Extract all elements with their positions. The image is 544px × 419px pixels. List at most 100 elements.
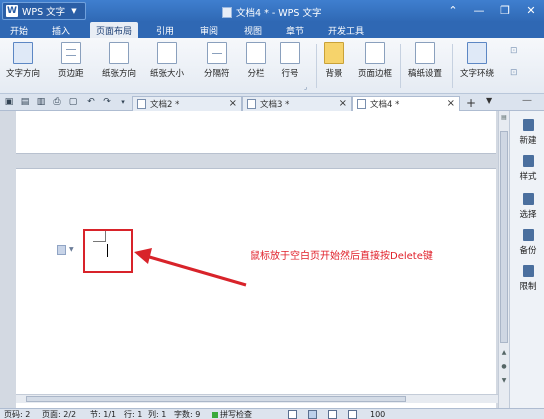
- outline-view-icon[interactable]: [328, 410, 337, 419]
- close-tab-icon[interactable]: ×: [339, 98, 347, 109]
- web-view-icon[interactable]: [348, 410, 357, 419]
- status-pages[interactable]: 页面: 2/2: [42, 409, 76, 419]
- close-tab-icon[interactable]: ×: [447, 98, 455, 109]
- line-numbers-button[interactable]: 行号: [280, 42, 300, 79]
- title-bar: W WPS 文字 ▼ 文档4 * - WPS 文字 ⌃ — ❐ ✕: [0, 0, 544, 22]
- orientation-icon: [109, 42, 129, 64]
- backup-icon: [522, 229, 534, 241]
- document-icon: [247, 99, 256, 109]
- document-icon: [357, 99, 366, 109]
- status-word-count[interactable]: 字数: 9: [174, 409, 200, 419]
- vertical-scroll-thumb[interactable]: [500, 131, 508, 343]
- window-title: 文档4 * - WPS 文字: [222, 5, 321, 19]
- document-tab-strip: ▣ ▤ ▥ ⎙ ▢ ↶ ↷ ▾ 文档2 * × 文档3 * × 文档4 * × …: [0, 94, 544, 111]
- ribbon-collapse-button[interactable]: ⌃: [440, 0, 466, 20]
- ribbon-separator: [316, 44, 317, 88]
- ribbon: 文字方向 页边距 纸张方向 纸张大小 分隔符 分栏 行号 ⌟ 背景 页面边框 稿…: [0, 38, 544, 94]
- ribbon-separator: [400, 44, 401, 88]
- horizontal-scroll-thumb[interactable]: [26, 396, 406, 402]
- ruler-toggle-icon[interactable]: ▤: [500, 114, 508, 121]
- minimize-button[interactable]: —: [466, 0, 492, 20]
- menu-insert[interactable]: 插入: [48, 22, 74, 38]
- side-select-button[interactable]: 选择: [512, 193, 544, 220]
- tab-document-3[interactable]: 文档3 * ×: [242, 96, 352, 111]
- wrap-text-button[interactable]: 文字环绕: [460, 42, 494, 79]
- menu-page-layout[interactable]: 页面布局: [90, 22, 138, 38]
- lock-icon: [522, 265, 534, 277]
- new-document-icon: [522, 119, 534, 131]
- margins-button[interactable]: 页边距: [58, 42, 84, 79]
- group-icon[interactable]: ⊡: [510, 68, 518, 78]
- draft-paper-icon: [415, 42, 435, 64]
- margins-icon: [60, 42, 81, 64]
- horizontal-scrollbar[interactable]: [16, 394, 498, 403]
- undo-icon[interactable]: ↶: [86, 97, 96, 107]
- zoom-level[interactable]: 100: [370, 409, 385, 419]
- columns-icon: [246, 42, 266, 64]
- align-icon[interactable]: ⊡: [510, 46, 518, 56]
- side-styles-button[interactable]: 样式: [512, 155, 544, 182]
- annotation-text: 鼠标放于空白页开始然后直接按Delete键: [250, 251, 433, 262]
- tab-list-dropdown[interactable]: ▼: [486, 96, 492, 105]
- close-tab-icon[interactable]: ×: [229, 98, 237, 109]
- dialog-launcher-icon[interactable]: ⌟: [304, 83, 307, 91]
- status-column[interactable]: 列: 1: [148, 409, 166, 419]
- panel-minimize-icon[interactable]: —: [522, 95, 532, 106]
- new-tab-button[interactable]: +: [466, 96, 476, 110]
- menu-references[interactable]: 引用: [152, 22, 178, 38]
- export-pdf-icon[interactable]: ▥: [36, 97, 46, 107]
- window-title-text: 文档4 * - WPS 文字: [236, 8, 322, 19]
- columns-button[interactable]: 分栏: [246, 42, 266, 79]
- browse-object-icon[interactable]: ●: [500, 363, 508, 370]
- page-view-icon[interactable]: [308, 410, 317, 419]
- styles-icon: [522, 155, 534, 167]
- menu-section[interactable]: 章节: [282, 22, 308, 38]
- vertical-scrollbar[interactable]: ▤ ▲ ● ▼: [498, 111, 509, 408]
- menu-review[interactable]: 审阅: [196, 22, 222, 38]
- page-border-button[interactable]: 页面边框: [358, 42, 392, 79]
- spell-check-toggle[interactable]: 拼写检查: [212, 409, 252, 419]
- close-button[interactable]: ✕: [518, 0, 544, 20]
- paper-size-button[interactable]: 纸张大小: [150, 42, 184, 79]
- separators-button[interactable]: 分隔符: [204, 42, 230, 79]
- menu-developer[interactable]: 开发工具: [326, 22, 366, 38]
- text-direction-button[interactable]: 文字方向: [6, 42, 40, 79]
- side-restrict-button[interactable]: 限制: [512, 265, 544, 292]
- save-icon[interactable]: ▤: [20, 97, 30, 107]
- chevron-down-icon[interactable]: ▼: [69, 246, 74, 253]
- quick-access-dropdown-icon[interactable]: ▾: [118, 97, 128, 107]
- wps-logo-icon: W: [6, 5, 18, 17]
- print-preview-icon[interactable]: ▢: [68, 97, 78, 107]
- page-2-blank[interactable]: [16, 168, 496, 408]
- draft-paper-button[interactable]: 稿纸设置: [408, 42, 442, 79]
- line-numbers-icon: [280, 42, 300, 64]
- restore-button[interactable]: ❐: [492, 0, 518, 20]
- menu-view[interactable]: 视图: [240, 22, 266, 38]
- tab-label: 文档3 *: [260, 100, 290, 110]
- tab-document-4[interactable]: 文档4 * ×: [352, 96, 460, 111]
- side-backup-button[interactable]: 备份: [512, 229, 544, 256]
- orientation-button[interactable]: 纸张方向: [102, 42, 136, 79]
- background-button[interactable]: 背景: [324, 42, 344, 79]
- status-page[interactable]: 页码: 2: [4, 409, 30, 419]
- scroll-up-icon[interactable]: ▲: [500, 349, 508, 356]
- page-1[interactable]: [16, 111, 496, 154]
- side-new-button[interactable]: 新建: [512, 119, 544, 146]
- app-menu-button[interactable]: W WPS 文字 ▼: [2, 2, 86, 20]
- menu-bar: 开始 插入 页面布局 引用 审阅 视图 章节 开发工具: [0, 22, 544, 38]
- scroll-down-icon[interactable]: ▼: [500, 377, 508, 384]
- status-section[interactable]: 节: 1/1: [90, 409, 116, 419]
- document-icon: [137, 99, 146, 109]
- menu-home[interactable]: 开始: [6, 22, 32, 38]
- ribbon-separator: [452, 44, 453, 88]
- paper-size-icon: [157, 42, 177, 64]
- redo-icon[interactable]: ↷: [102, 97, 112, 107]
- side-panel: 新建 样式 选择 备份 限制: [509, 111, 544, 408]
- full-screen-view-icon[interactable]: [288, 410, 297, 419]
- status-row[interactable]: 行: 1: [124, 409, 142, 419]
- open-icon[interactable]: ▣: [4, 97, 14, 107]
- chevron-down-icon: ▼: [71, 7, 77, 15]
- tab-document-2[interactable]: 文档2 * ×: [132, 96, 242, 111]
- print-icon[interactable]: ⎙: [52, 97, 62, 107]
- paragraph-handle-icon[interactable]: [57, 245, 66, 255]
